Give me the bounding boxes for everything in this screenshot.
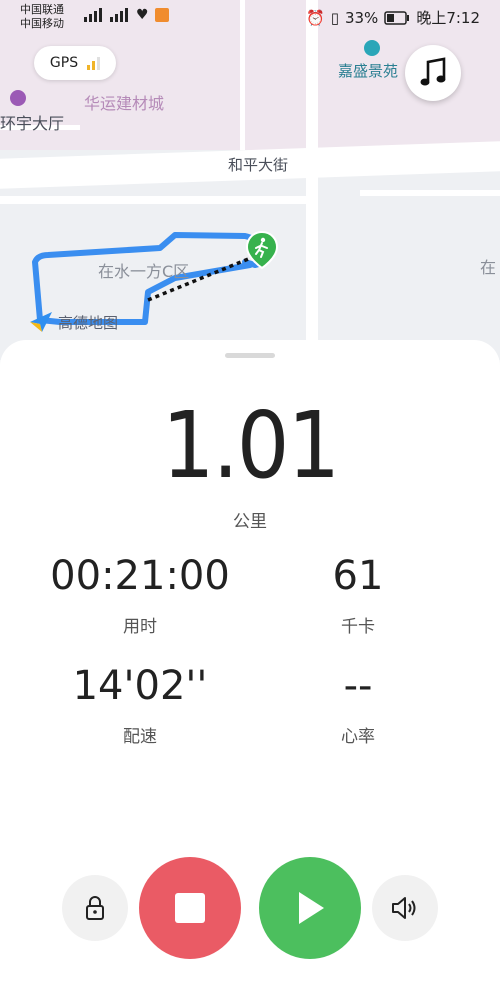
calories-value: 61 — [332, 553, 384, 599]
cellular-signal-icon — [84, 8, 102, 22]
shop-icon — [10, 90, 26, 106]
carrier-secondary: 中国移动 — [20, 17, 64, 30]
health-icon: ♥ — [136, 7, 149, 23]
music-button[interactable] — [405, 45, 461, 101]
amap-logo-icon — [30, 312, 52, 332]
speaker-icon — [392, 897, 416, 919]
signal-bars-icon — [87, 57, 101, 70]
status-bar: 中国联通 中国移动 ♥ ⏰ ▯ 33% 晚上7:12 — [0, 0, 500, 34]
vibrate-icon: ▯ — [330, 8, 339, 27]
voice-button[interactable] — [372, 875, 438, 941]
heart-rate-label: 心率 — [341, 727, 375, 747]
music-note-icon — [420, 57, 446, 86]
battery-percent: 33% — [344, 8, 379, 27]
lock-icon — [86, 896, 104, 920]
distance-unit: 公里 — [233, 512, 267, 532]
map-label-huanyu: 环宇大厅 — [0, 114, 65, 133]
residential-icon — [364, 40, 380, 56]
panel-drag-handle[interactable] — [225, 353, 275, 358]
alarm-icon: ⏰ — [306, 8, 325, 27]
start-marker-icon — [245, 230, 279, 270]
battery-icon — [384, 10, 410, 25]
status-icons-left: ♥ — [84, 7, 169, 23]
gps-label: GPS — [49, 55, 79, 71]
stop-button[interactable] — [139, 857, 241, 959]
heart-rate-value: -- — [343, 663, 373, 709]
resume-button[interactable] — [259, 857, 361, 959]
status-icons-right: ⏰ ▯ 33% 晚上7:12 — [306, 7, 480, 28]
distance-value: 1.01 — [161, 392, 340, 499]
duration-value: 00:21:00 — [50, 553, 230, 599]
map-label-zaishui: 在水一方C区 — [98, 262, 190, 281]
duration-label: 用时 — [123, 617, 157, 637]
lock-button[interactable] — [62, 875, 128, 941]
calories-label: 千卡 — [341, 617, 375, 637]
map-label-huayun: 华运建材城 — [84, 94, 165, 113]
cellular-signal-2-icon — [110, 8, 128, 22]
clock: 晚上7:12 — [416, 9, 480, 27]
map-view[interactable]: 高德地图 华运建材城 环宇大厅 和平大街 嘉盛景苑 在水一方C区 在 GPS — [0, 0, 500, 360]
app-notification-icon — [154, 8, 169, 22]
map-label-heping: 和平大街 — [228, 156, 289, 174]
map-attribution-label: 高德地图 — [58, 314, 119, 332]
carrier-primary: 中国联通 — [20, 3, 64, 16]
map-label-right-edge: 在 — [480, 258, 497, 277]
pace-label: 配速 — [123, 727, 157, 747]
gps-signal-indicator: GPS — [34, 46, 116, 80]
carrier-info: 中国联通 中国移动 — [20, 3, 64, 31]
map-label-jiasheng: 嘉盛景苑 — [338, 62, 399, 80]
pace-value: 14'02'' — [72, 663, 208, 709]
stop-icon — [175, 893, 205, 923]
play-icon — [299, 892, 324, 924]
